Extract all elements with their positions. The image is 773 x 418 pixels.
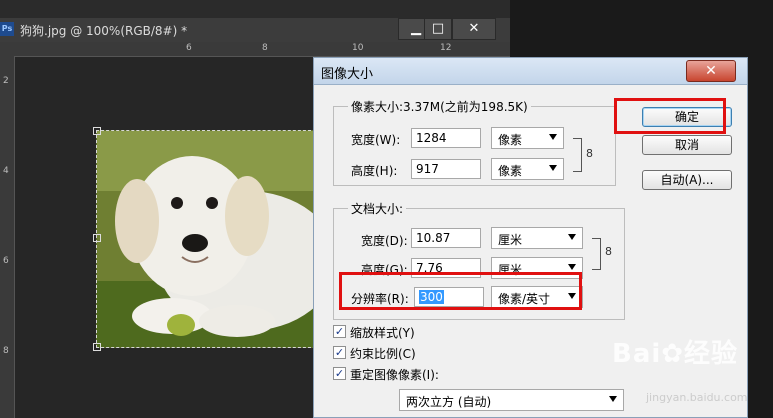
pixel-height-unit-select[interactable]: 像素 bbox=[491, 158, 564, 180]
pixel-width-label: 宽度(W): bbox=[351, 133, 401, 147]
dropdown-arrow-icon bbox=[549, 165, 557, 171]
pixel-width-unit: 像素 bbox=[498, 133, 523, 147]
ruler-tick: 6 bbox=[3, 256, 9, 266]
scale-styles-label: 缩放样式(Y) bbox=[350, 326, 415, 340]
ruler-tick: 2 bbox=[3, 76, 9, 86]
dropdown-arrow-icon bbox=[609, 396, 617, 402]
pixel-height-label: 高度(H): bbox=[351, 164, 398, 178]
dropdown-arrow-icon bbox=[568, 264, 576, 270]
ruler-tick: 8 bbox=[262, 43, 268, 53]
resolution-value: 300 bbox=[419, 290, 444, 304]
resolution-input[interactable]: 300 bbox=[414, 287, 484, 307]
dropdown-arrow-icon bbox=[568, 293, 576, 299]
close-icon: ✕ bbox=[705, 63, 717, 79]
constrain-bracket bbox=[592, 238, 601, 270]
document-size-legend: 文档大小: bbox=[351, 202, 404, 216]
doc-height-label: 高度(G): bbox=[361, 263, 408, 277]
cancel-button[interactable]: 取消 bbox=[642, 135, 732, 155]
doc-height-unit: 厘米 bbox=[498, 263, 523, 277]
doc-width-unit: 厘米 bbox=[498, 233, 523, 247]
transform-handle[interactable] bbox=[93, 234, 101, 242]
doc-width-label: 宽度(D): bbox=[361, 234, 408, 248]
scale-styles-checkbox[interactable]: ✓ bbox=[333, 325, 346, 338]
photoshop-logo-icon: Ps bbox=[0, 22, 14, 36]
dialog-title: 图像大小 bbox=[321, 67, 374, 82]
resolution-label: 分辨率(R): bbox=[351, 292, 409, 306]
pixel-dimensions-legend: 像素大小:3.37M(之前为198.5K) bbox=[351, 100, 528, 114]
dog-photo[interactable] bbox=[96, 130, 316, 348]
ruler-tick: 12 bbox=[440, 43, 452, 53]
transform-handle[interactable] bbox=[93, 343, 101, 351]
constrain-proportions-label: 约束比例(C) bbox=[350, 347, 416, 361]
dropdown-arrow-icon bbox=[568, 234, 576, 240]
ruler-tick: 6 bbox=[186, 43, 192, 53]
puppy-image bbox=[97, 131, 315, 347]
pixel-height-unit: 像素 bbox=[498, 164, 523, 178]
chain-link-icon: 8 bbox=[605, 245, 612, 258]
ruler-tick: 4 bbox=[3, 166, 9, 176]
doc-height-input[interactable]: 7.76 bbox=[411, 258, 481, 278]
constrain-bracket bbox=[573, 138, 582, 172]
pixel-width-unit-select[interactable]: 像素 bbox=[491, 127, 564, 149]
ruler-tick: 8 bbox=[3, 346, 9, 356]
close-window-button[interactable]: ✕ bbox=[452, 18, 496, 40]
chain-link-icon: 8 bbox=[586, 147, 593, 160]
auto-button[interactable]: 自动(A)... bbox=[642, 170, 732, 190]
resample-method: 两次立方 (自动) bbox=[406, 395, 492, 409]
resample-image-label: 重定图像像素(I): bbox=[350, 368, 439, 382]
pixel-width-input[interactable]: 1284 bbox=[411, 128, 481, 148]
resolution-unit: 像素/英寸 bbox=[498, 292, 551, 306]
constrain-proportions-checkbox[interactable]: ✓ bbox=[333, 346, 346, 359]
ruler-tick: 10 bbox=[352, 43, 364, 53]
horizontal-ruler[interactable]: 6 8 10 12 bbox=[0, 42, 510, 57]
pixel-height-input[interactable]: 917 bbox=[411, 159, 481, 179]
dialog-close-button[interactable]: ✕ bbox=[686, 60, 736, 82]
resample-image-checkbox[interactable]: ✓ bbox=[333, 367, 346, 380]
doc-width-unit-select[interactable]: 厘米 bbox=[491, 227, 583, 249]
transform-handle[interactable] bbox=[93, 127, 101, 135]
doc-height-unit-select[interactable]: 厘米 bbox=[491, 257, 583, 279]
resolution-unit-select[interactable]: 像素/英寸 bbox=[491, 286, 583, 308]
maximize-button[interactable]: □ bbox=[424, 18, 452, 40]
dialog-titlebar[interactable]: 图像大小 ✕ bbox=[314, 58, 747, 85]
ok-button[interactable]: 确定 bbox=[642, 107, 732, 127]
image-size-dialog: 图像大小 ✕ 像素大小:3.37M(之前为198.5K) 宽度(W): 1284… bbox=[313, 57, 748, 418]
resample-method-select[interactable]: 两次立方 (自动) bbox=[399, 389, 624, 411]
dropdown-arrow-icon bbox=[549, 134, 557, 140]
doc-width-input[interactable]: 10.87 bbox=[411, 228, 481, 248]
vertical-ruler[interactable]: 2 4 6 8 bbox=[0, 56, 15, 418]
document-title: 狗狗.jpg @ 100%(RGB/8#) * bbox=[20, 24, 188, 38]
